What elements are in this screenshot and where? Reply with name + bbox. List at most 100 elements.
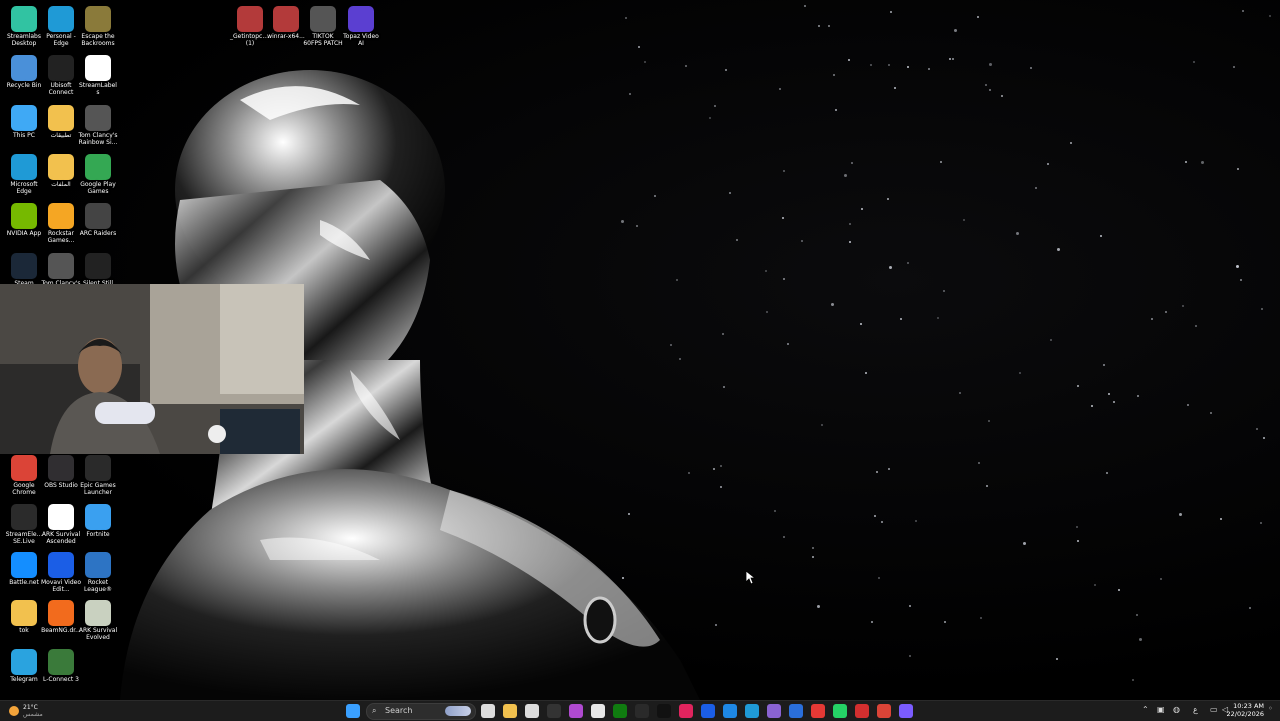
whatsapp-icon[interactable]	[833, 704, 847, 718]
language-icon[interactable]: ع	[1193, 705, 1198, 714]
edge-icon[interactable]	[745, 704, 759, 718]
star	[821, 423, 824, 426]
this-pc-icon	[11, 105, 37, 131]
desktop-icon[interactable]: Ubisoft Connect	[41, 53, 81, 96]
star	[1100, 234, 1103, 237]
tray-app-icon[interactable]: ◍	[1173, 705, 1180, 714]
app-icon[interactable]	[767, 704, 781, 718]
app-icon[interactable]	[679, 704, 693, 718]
star	[949, 58, 952, 61]
desktop-icon[interactable]: NVIDIA App	[4, 201, 44, 237]
star	[834, 109, 837, 112]
desktop-icon[interactable]: Escape the Backrooms	[78, 4, 118, 47]
app-icon[interactable]	[789, 704, 803, 718]
desktop-icon-label: StreamLabels	[79, 82, 117, 96]
store-icon[interactable]	[591, 704, 605, 718]
desktop-icon[interactable]: ARK Survival Evolved	[78, 598, 118, 641]
network-icon[interactable]: ▭	[1210, 705, 1218, 714]
taskbar-search-box[interactable]: ⌕ Search	[366, 703, 476, 720]
app-icon[interactable]	[547, 704, 561, 718]
desktop-icon[interactable]: الملفات	[41, 152, 81, 188]
desktop-icon[interactable]: تطبيقات	[41, 103, 81, 139]
weather-condition: مشمس	[23, 711, 43, 718]
desktop-icon[interactable]: tok	[4, 598, 44, 634]
app-icon[interactable]	[569, 704, 583, 718]
xbox-icon[interactable]	[613, 704, 627, 718]
desktop-icon[interactable]: Streamlabs Desktop	[4, 4, 44, 47]
desktop-icon[interactable]: Google Chrome	[4, 453, 44, 496]
game-icon	[85, 6, 111, 32]
file-explorer-icon[interactable]	[503, 704, 517, 718]
desktop-icon[interactable]: Fortnite	[78, 502, 118, 538]
star	[1151, 317, 1153, 320]
desktop-icon[interactable]: Microsoft Edge	[4, 152, 44, 195]
desktop-icon[interactable]: TIKTOK 60FPS PATCH	[303, 4, 343, 47]
desktop-icon[interactable]: ARK Survival Ascended	[41, 502, 81, 545]
star	[625, 17, 628, 20]
desktop-icon[interactable]: Steam	[4, 251, 44, 287]
app-icon[interactable]	[723, 704, 737, 718]
beamng-icon	[48, 600, 74, 626]
desktop-icon[interactable]: StreamEle... SE.Live	[4, 502, 44, 545]
star	[1035, 187, 1038, 190]
tray-app-icon[interactable]: ▣	[1157, 705, 1165, 714]
desktop-icon[interactable]: Personal - Edge	[41, 4, 81, 47]
task-view-icon[interactable]	[481, 704, 495, 718]
star	[908, 654, 911, 657]
search-icon: ⌕	[372, 706, 377, 715]
star	[894, 86, 896, 89]
chevron-up-icon[interactable]: ⌃	[1142, 705, 1149, 714]
star	[1029, 67, 1032, 70]
star	[848, 240, 851, 243]
desktop-icon[interactable]: StreamLabels	[78, 53, 118, 96]
steam-icon[interactable]	[635, 704, 649, 718]
desktop-icon[interactable]: Topaz Video AI	[341, 4, 381, 47]
desktop-icon[interactable]: Tom Clancy's	[41, 251, 81, 287]
star	[843, 173, 847, 177]
desktop-icon[interactable]: Telegram	[4, 647, 44, 683]
desktop-icon-label: _Getintopc.... (1)	[230, 33, 270, 47]
app-icon[interactable]	[855, 704, 869, 718]
notification-icon[interactable]: ◦	[1268, 704, 1273, 713]
star	[881, 521, 884, 524]
desktop-icon[interactable]: BeamNG.dr...	[41, 598, 81, 634]
telegram-icon	[11, 649, 37, 675]
desktop-icon[interactable]: winrar-x64...	[266, 4, 306, 40]
app-icon[interactable]	[811, 704, 825, 718]
clock-time: 10:23 AM	[1233, 702, 1264, 710]
star	[1255, 428, 1258, 431]
star	[1236, 264, 1240, 268]
desktop-icon[interactable]: _Getintopc.... (1)	[230, 4, 270, 47]
desktop-icon[interactable]: Rocket League®	[78, 550, 118, 593]
star	[989, 62, 993, 66]
desktop-icon[interactable]: Tom Clancy's Rainbow Si...	[78, 103, 118, 146]
desktop-icon[interactable]: Google Play Games	[78, 152, 118, 195]
star	[851, 161, 854, 164]
star	[1219, 517, 1222, 520]
system-clock[interactable]: 10:23 AM 22/02/2026	[1227, 702, 1264, 718]
chrome-icon[interactable]	[877, 704, 891, 718]
tiktok-icon[interactable]	[657, 704, 671, 718]
star	[1090, 405, 1093, 408]
star	[849, 223, 852, 226]
app-icon[interactable]	[899, 704, 913, 718]
fortnite-icon	[85, 504, 111, 530]
desktop-icon[interactable]: L-Connect 3	[41, 647, 81, 683]
obs-icon	[48, 455, 74, 481]
star	[1000, 94, 1003, 97]
app-icon[interactable]	[701, 704, 715, 718]
desktop-icon[interactable]: Rockstar Games...	[41, 201, 81, 244]
star	[944, 621, 947, 624]
desktop-icon[interactable]: OBS Studio	[41, 453, 81, 489]
start-icon[interactable]	[346, 704, 360, 718]
weather-temp: 21°C	[23, 704, 38, 711]
desktop-icon[interactable]: This PC	[4, 103, 44, 139]
desktop-icon[interactable]: Movavi Video Edit...	[41, 550, 81, 593]
desktop-icon[interactable]: Battle.net	[4, 550, 44, 586]
desktop-icon[interactable]: Epic Games Launcher	[78, 453, 118, 496]
folder-icon	[48, 105, 74, 131]
desktop-icon[interactable]: Recycle Bin	[4, 53, 44, 89]
desktop-icon[interactable]: Silent Still	[78, 251, 118, 287]
notepad-icon[interactable]	[525, 704, 539, 718]
desktop-icon[interactable]: ARC Raiders	[78, 201, 118, 237]
